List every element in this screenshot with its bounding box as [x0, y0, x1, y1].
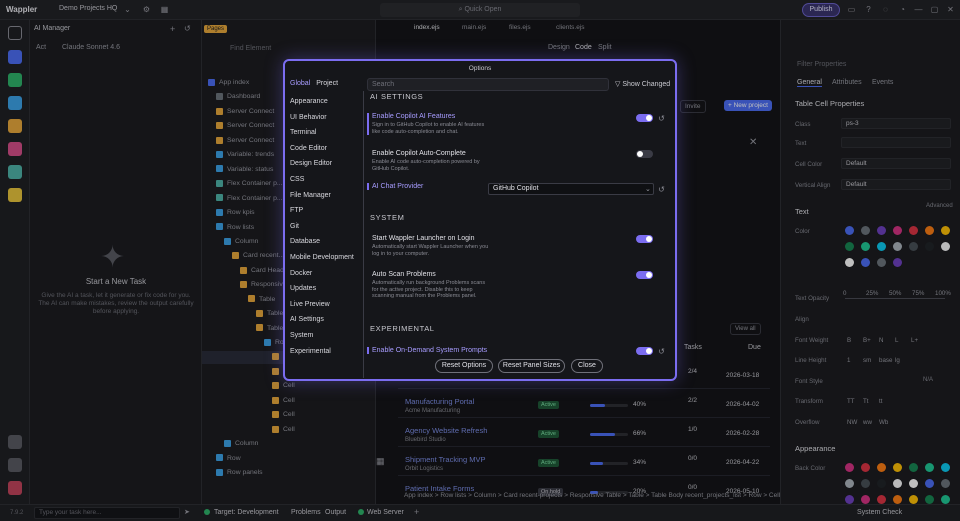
dialog-title: Options — [468, 65, 492, 72]
autoscan-toggle[interactable] — [636, 271, 653, 279]
nav-item[interactable]: System — [290, 332, 313, 339]
option-desc: Enable AI code auto-completion powered b… — [372, 159, 480, 172]
reset-icon[interactable]: ↺ — [657, 114, 666, 123]
options-dialog: Options Global Project Search ▽ Show Chan… — [283, 59, 677, 381]
nav-item[interactable]: Git — [290, 223, 299, 230]
nav-item[interactable]: Appearance — [290, 98, 328, 105]
nav-item[interactable]: Live Preview — [290, 301, 330, 308]
option-desc: Sign in to GitHub Copilot to enable AI f… — [372, 122, 485, 135]
show-changed-filter[interactable]: ▽ Show Changed — [615, 80, 670, 88]
section-ai: AI SETTINGS — [370, 92, 424, 101]
copilot-autocomplete-toggle[interactable] — [636, 150, 653, 158]
options-content: AI SETTINGS Enable Copilot AI Features S… — [363, 91, 669, 378]
options-nav: Appearance UI Behavior Terminal Code Editor… — [288, 94, 361, 376]
on-demand-toggle[interactable] — [636, 347, 653, 355]
section-experimental: EXPERIMENTAL — [370, 324, 435, 333]
option-title: Enable Copilot Auto-Complete — [372, 150, 466, 157]
close-button[interactable]: Close — [571, 359, 603, 373]
nav-item[interactable]: Mobile Development — [290, 254, 354, 261]
option-title: Start Wappler Launcher on Login — [372, 235, 475, 242]
nav-item[interactable]: FTP — [290, 207, 303, 214]
scope-tabs: Global Project — [290, 80, 344, 91]
option-title: Enable Copilot AI Features — [372, 113, 456, 120]
option-on-demand: Enable On-Demand System Prompts — [367, 347, 667, 354]
copilot-features-toggle[interactable] — [636, 114, 653, 122]
nav-item[interactable]: UI Behavior — [290, 114, 327, 121]
section-system: SYSTEM — [370, 213, 405, 222]
nav-item[interactable]: Database — [290, 238, 320, 245]
option-copilot-features: Enable Copilot AI Features Sign in to Gi… — [367, 113, 667, 135]
nav-item[interactable]: Experimental — [290, 348, 331, 355]
nav-item[interactable]: Updates — [290, 285, 316, 292]
nav-item[interactable]: File Manager — [290, 192, 331, 199]
option-launcher: Start Wappler Launcher on Login Automati… — [367, 235, 667, 257]
nav-item[interactable]: Docker — [290, 270, 312, 277]
nav-item[interactable]: Terminal — [290, 129, 316, 136]
chevron-down-icon: ⌄ — [645, 186, 651, 193]
nav-item[interactable]: CSS — [290, 176, 304, 183]
dialog-footer: Reset Options Reset Panel Sizes Close — [285, 359, 675, 373]
tab-project[interactable]: Project — [316, 80, 338, 87]
option-copilot-autocomplete: Enable Copilot Auto-Complete Enable AI c… — [367, 150, 667, 172]
reset-icon[interactable]: ↺ — [657, 347, 666, 356]
chat-provider-select[interactable]: GitHub Copilot — [488, 183, 654, 195]
option-title: Enable On-Demand System Prompts — [372, 347, 488, 354]
tab-global[interactable]: Global — [290, 80, 310, 87]
option-desc: Automatically run background Problems sc… — [372, 280, 486, 299]
search-input[interactable]: Search — [367, 78, 609, 91]
option-desc: Automatically start Wappler Launcher whe… — [372, 244, 489, 257]
nav-item[interactable]: Design Editor — [290, 160, 332, 167]
reset-icon[interactable]: ↺ — [657, 185, 666, 194]
reset-options-button[interactable]: Reset Options — [435, 359, 493, 373]
option-title: Auto Scan Problems — [372, 271, 436, 278]
reset-panel-sizes-button[interactable]: Reset Panel Sizes — [498, 359, 565, 373]
launcher-toggle[interactable] — [636, 235, 653, 243]
nav-item[interactable]: AI Settings — [290, 316, 324, 323]
nav-item[interactable]: Code Editor — [290, 145, 327, 152]
option-autoscan: Auto Scan Problems Automatically run bac… — [367, 271, 667, 300]
